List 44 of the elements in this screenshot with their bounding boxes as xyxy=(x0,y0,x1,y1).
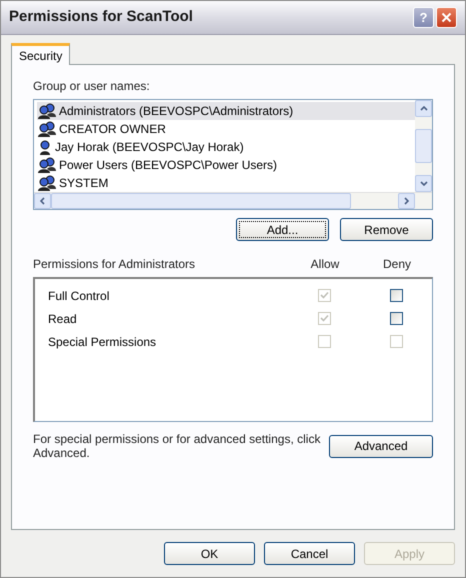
permission-name: Read xyxy=(47,310,78,328)
user-list-item[interactable]: Power Users (BEEVOSPC\Power Users) xyxy=(37,156,415,174)
column-header: Deny xyxy=(382,256,412,273)
scroll-up-icon[interactable] xyxy=(415,100,432,117)
user-name: Administrators (BEEVOSPC\Administrators) xyxy=(59,103,294,120)
close-button[interactable] xyxy=(436,7,457,28)
scroll-left-icon[interactable] xyxy=(34,193,51,209)
horizontal-scrollbar[interactable] xyxy=(34,192,432,209)
group-icon xyxy=(37,175,57,191)
group-label: Group or user names: xyxy=(33,78,151,95)
user-name: SYSTEM xyxy=(59,175,108,192)
close-icon xyxy=(441,12,452,23)
scroll-thumb[interactable] xyxy=(51,193,351,209)
list-action-button[interactable]: Remove xyxy=(340,218,433,241)
user-name: Power Users (BEEVOSPC\Power Users) xyxy=(59,157,278,174)
list-action-button[interactable]: Add... xyxy=(236,218,329,241)
check-icon xyxy=(320,291,328,300)
check-icon xyxy=(320,314,328,323)
user-list-item[interactable]: Jay Horak (BEEVOSPC\Jay Horak) xyxy=(37,138,415,156)
advanced-button[interactable]: Advanced xyxy=(329,434,433,458)
checkbox[interactable] xyxy=(390,312,402,325)
scroll-thumb[interactable] xyxy=(415,129,432,163)
dialog-button[interactable]: Cancel xyxy=(264,542,355,565)
advanced-note: For special permissions or for advanced settings, click Advanced. xyxy=(33,432,322,460)
user-icon xyxy=(37,139,53,155)
group-icon xyxy=(37,121,57,137)
window-title: Permissions for ScanTool xyxy=(9,7,194,28)
vertical-scrollbar[interactable] xyxy=(415,100,432,192)
scroll-right-icon[interactable] xyxy=(398,193,415,209)
group-icon xyxy=(37,103,57,119)
permission-name: Special Permissions xyxy=(47,334,158,350)
user-list-item[interactable]: Administrators (BEEVOSPC\Administrators) xyxy=(37,102,415,120)
group-icon xyxy=(37,157,57,173)
dialog-button[interactable]: OK xyxy=(164,542,255,565)
user-name: CREATOR OWNER xyxy=(59,121,166,138)
permissions-label: Permissions for Administrators xyxy=(33,256,196,273)
tab[interactable]: Security xyxy=(11,43,70,65)
column-header: Allow xyxy=(310,256,340,273)
user-name: Jay Horak (BEEVOSPC\Jay Horak) xyxy=(55,139,244,156)
checkbox[interactable] xyxy=(390,289,402,302)
user-list-item[interactable]: CREATOR OWNER xyxy=(37,120,415,138)
scroll-down-icon[interactable] xyxy=(415,175,432,192)
user-list-item[interactable]: SYSTEM xyxy=(37,174,415,192)
permission-name: Full Control xyxy=(47,288,110,304)
